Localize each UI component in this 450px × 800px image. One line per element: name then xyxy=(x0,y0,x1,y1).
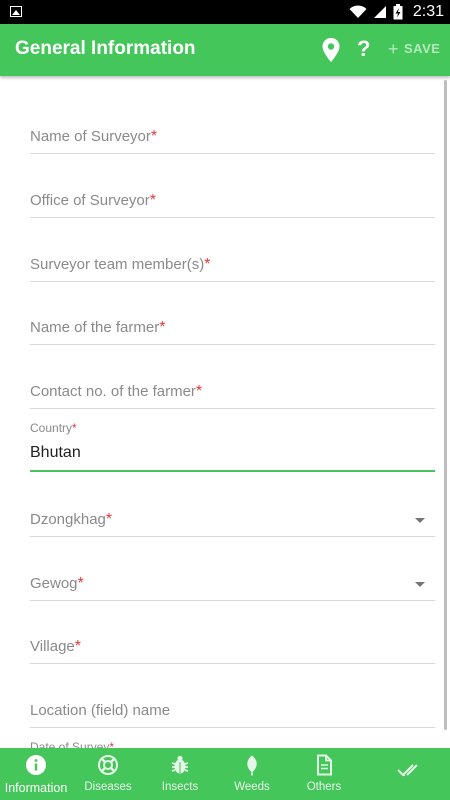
field-label: Name of the farmer xyxy=(30,319,160,336)
required-marker: * xyxy=(77,575,84,592)
page-title: General Information xyxy=(15,38,196,59)
required-marker: * xyxy=(150,128,158,145)
tab-information[interactable]: Information xyxy=(0,748,72,800)
field-underline xyxy=(30,281,435,282)
required-marker: * xyxy=(109,740,115,748)
tab-diseases[interactable]: Diseases xyxy=(72,748,144,800)
country-field[interactable]: Country* Bhutan xyxy=(30,421,435,472)
field-underline-focused xyxy=(30,470,435,472)
field-underline xyxy=(30,344,435,345)
lifebuoy-icon xyxy=(98,755,118,775)
field-label: Dzongkhag xyxy=(30,511,106,528)
team-members-field[interactable]: Surveyor team member(s)* xyxy=(30,256,435,282)
field-label: Village xyxy=(30,638,75,655)
farmer-contact-field[interactable]: Contact no. of the farmer* xyxy=(30,383,435,409)
form-content[interactable]: Name of Surveyor* Office of Surveyor* Su… xyxy=(0,76,450,748)
field-label: Location (field) name xyxy=(30,702,171,719)
double-check-icon xyxy=(397,764,418,777)
dzongkhag-dropdown[interactable]: Dzongkhag* xyxy=(30,511,435,537)
village-field[interactable]: Village* xyxy=(30,638,435,664)
field-underline xyxy=(30,408,435,409)
info-icon xyxy=(26,755,46,775)
location-pin-icon[interactable] xyxy=(321,37,341,63)
country-value: Bhutan xyxy=(30,444,81,461)
image-notification-icon xyxy=(10,6,22,17)
required-marker: * xyxy=(195,383,203,400)
field-label: Name of Surveyor xyxy=(30,128,151,145)
required-marker: * xyxy=(105,511,113,528)
field-underline xyxy=(30,727,435,728)
required-marker: * xyxy=(74,638,81,655)
country-label-row: Country* xyxy=(30,421,435,435)
farmer-name-field[interactable]: Name of the farmer* xyxy=(30,319,435,345)
tab-label: Weeds xyxy=(234,781,270,793)
field-label: Date of Survey xyxy=(30,740,110,748)
field-label: Surveyor team member(s) xyxy=(30,256,205,273)
tab-complete[interactable] xyxy=(370,748,450,800)
field-underline xyxy=(30,153,435,154)
field-underline xyxy=(30,600,435,601)
survey-date-field[interactable]: Date of Survey* xyxy=(30,740,435,748)
bottom-navigation: Information Diseases Insects Weeds Other… xyxy=(0,748,450,800)
save-button[interactable]: + SAVE xyxy=(388,38,441,59)
system-icons: 2:31 xyxy=(349,0,444,24)
gewog-dropdown[interactable]: Gewog* xyxy=(30,575,435,601)
tab-label: Others xyxy=(306,781,342,793)
field-underline xyxy=(30,536,435,537)
save-label: SAVE xyxy=(404,41,441,56)
help-button[interactable]: ? xyxy=(357,36,370,62)
wifi-icon xyxy=(349,5,367,18)
tab-others[interactable]: Others xyxy=(288,748,360,800)
leaf-icon xyxy=(247,755,257,776)
date-label-row: Date of Survey* xyxy=(30,740,435,748)
dropdown-arrow-icon[interactable] xyxy=(415,582,425,587)
field-underline xyxy=(30,217,435,218)
required-marker: * xyxy=(159,319,166,336)
field-label: Gewog xyxy=(30,575,78,592)
surveyor-name-field[interactable]: Name of Surveyor* xyxy=(30,128,435,154)
status-bar: 2:31 xyxy=(0,0,450,24)
required-marker: * xyxy=(149,192,157,209)
battery-charging-icon xyxy=(393,4,403,20)
tab-insects[interactable]: Insects xyxy=(144,748,216,800)
tab-label: Information xyxy=(4,781,68,795)
app-bar: General Information ? + SAVE xyxy=(0,24,450,76)
surveyor-office-field[interactable]: Office of Surveyor* xyxy=(30,192,435,218)
tab-weeds[interactable]: Weeds xyxy=(216,748,288,800)
signal-icon xyxy=(373,6,386,18)
tab-label: Diseases xyxy=(84,781,132,793)
field-underline xyxy=(30,663,435,664)
field-label: Country xyxy=(30,421,73,435)
document-icon xyxy=(317,754,332,776)
scrollbar[interactable] xyxy=(444,80,447,730)
required-marker: * xyxy=(204,256,211,273)
field-label: Contact no. of the farmer xyxy=(30,383,196,400)
dropdown-arrow-icon[interactable] xyxy=(415,518,425,523)
plus-icon: + xyxy=(388,38,400,59)
required-marker: * xyxy=(72,421,77,435)
tab-label: Insects xyxy=(161,781,199,793)
location-name-field[interactable]: Location (field) name xyxy=(30,702,435,728)
clock: 2:31 xyxy=(412,3,444,20)
bug-icon xyxy=(171,755,189,774)
field-label: Office of Surveyor xyxy=(30,192,150,209)
